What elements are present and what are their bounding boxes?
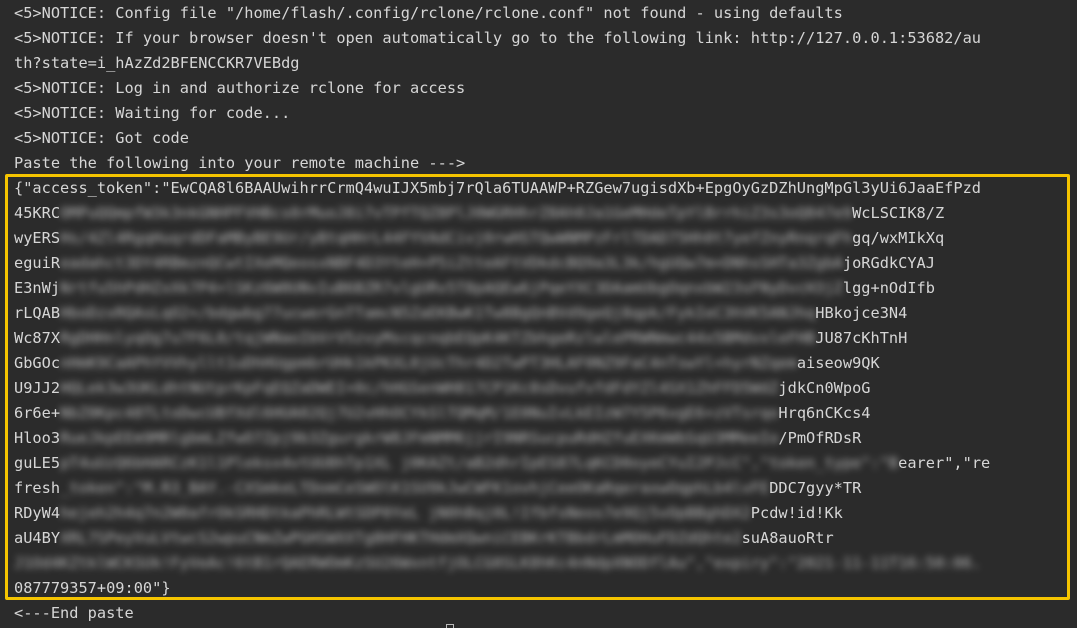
token-line: {"access_token":"EwCQA8l6BAAUwihrrCrmQ4w… bbox=[14, 179, 981, 197]
token-line: 45KRCOMPuQQmpfW3k3nkGNHPFVHBcs0rMuoJ8i7v… bbox=[14, 204, 945, 222]
paste-instruction-line: Paste the following into your remote mac… bbox=[14, 154, 466, 172]
token-line: 6r6e+NbZ0Kpc48TLtoDwcUBfXdl6HUA02Qj7U2vH… bbox=[14, 404, 871, 422]
token-line: fresh_token":"M.R3_BAY.-CXSmkeLTDomCeSWO… bbox=[14, 479, 862, 497]
token-line: aU4BYXRL7SPeyVuLVtwcS2wpuCNmZwPGHSWXXTg8… bbox=[14, 529, 834, 547]
notice-browser-line: <5>NOTICE: If your browser doesn't open … bbox=[14, 29, 981, 47]
terminal-window[interactable]: <5>NOTICE: Config file "/home/flash/.con… bbox=[0, 0, 1077, 628]
token-line: rLQABHboDzxRQAsLqO2+/bdgwbg77ucwerGnTTam… bbox=[14, 304, 908, 322]
end-paste-line: <---End paste bbox=[14, 604, 134, 622]
notice-got-code-line: <5>NOTICE: Got code bbox=[14, 129, 189, 147]
token-line: E3nWjNrtfu5hPdHZxXk7P4+lSKz6W0UNvIuB6BZR… bbox=[14, 279, 935, 297]
token-line: J1Od4KZtklWCKSUk!FyVeAc!6tB1rQAERWOmKzSU… bbox=[14, 554, 981, 572]
text-cursor-icon bbox=[446, 624, 454, 628]
token-line: U9JJ2HQLek3w3UKLdhtNUtprKpFqEQZaDWEI+0c/… bbox=[14, 379, 871, 397]
token-line: 087779357+09:00"} bbox=[14, 579, 171, 597]
token-line: Wc87XRgDHHnlyqOg7u7F6L0/tqjWNaoIbVrV5zvy… bbox=[14, 329, 908, 347]
token-line: RDyW4hejeh2h4q7n2W0afrOkSRHDtkaPhRLWtSDP… bbox=[14, 504, 843, 522]
notice-config-line: <5>NOTICE: Config file "/home/flash/.con… bbox=[14, 4, 843, 22]
auth-link-continuation: th?state=i_hAzZd2BFENCCKR7VEBdg bbox=[14, 54, 300, 72]
token-line: guLE5pT4uUzQ6bHARCzK1l1Pleksx4vtUU8hTp1X… bbox=[14, 454, 991, 472]
notice-login-line: <5>NOTICE: Log in and authorize rclone f… bbox=[14, 79, 466, 97]
token-line: wyERSHs/4Zl4RgqHuqrdDFaMByBE9Ur/yBtqHHrL… bbox=[14, 229, 945, 247]
token-line: Hloo3RueJkpEEm9MRlgbmLZfwO7Zpj9b3Zgurgkr… bbox=[14, 429, 862, 447]
token-line: GbGOcnHmK9CaAPhYVVhyllt1uDhHUgpmbrUHk1kP… bbox=[14, 354, 880, 372]
notice-waiting-line: <5>NOTICE: Waiting for code... bbox=[14, 104, 291, 122]
token-line: eguiReadahct3DY4RBmznQCwtIXeMQeosxNBF4D3… bbox=[14, 254, 935, 272]
